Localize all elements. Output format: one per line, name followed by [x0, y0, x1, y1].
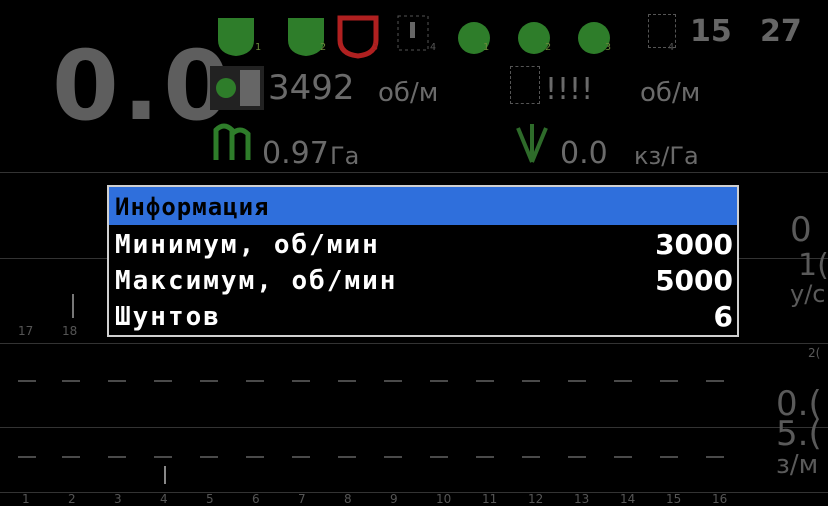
section-number-9: 9 [390, 492, 398, 506]
area-value: 0.97 [262, 136, 329, 171]
dialog-row-label: Максимум, об/мин [115, 266, 398, 296]
section-number-16: 16 [712, 492, 728, 506]
right-value-6: з/м [776, 450, 819, 480]
section-number-7: 7 [298, 492, 306, 506]
seeder-icon [213, 123, 251, 160]
section-3-shield-icon [337, 15, 379, 59]
sensor-2-sub: 2 [545, 42, 552, 53]
right-value-2: у/с [790, 280, 826, 308]
dialog-row-shunts[interactable]: Шунтов 6 [109, 299, 737, 335]
dialog-row-max[interactable]: Максимум, об/мин 5000 [109, 263, 737, 299]
section-number-6: 6 [252, 492, 260, 506]
dialog-row-label: Минимум, об/мин [115, 230, 380, 260]
rpm-unit: об/м [378, 78, 439, 108]
section-number-4: 4 [160, 492, 168, 506]
section-number-12: 12 [528, 492, 544, 506]
section-2-shield-icon [288, 18, 324, 56]
dialog-row-value: 6 [713, 300, 733, 333]
section-marker [72, 294, 74, 318]
sensor-status-row [218, 15, 610, 59]
dialog-row-label: Шунтов [115, 302, 221, 332]
dialog-row-min[interactable]: Минимум, об/мин 3000 [109, 227, 737, 263]
right-value-1: 1( [798, 248, 828, 283]
section-number-15: 15 [666, 492, 682, 506]
section-number-13: 13 [574, 492, 590, 506]
section-1-shield-icon [218, 18, 254, 56]
section-number-18: 18 [62, 324, 78, 338]
right-value-0: 0 [790, 210, 812, 250]
section-number-10: 10 [436, 492, 452, 506]
yield-value: 0.0 [560, 136, 608, 171]
fan-icon [210, 66, 264, 110]
rpm-value: 3492 [268, 68, 355, 108]
crop-icon [516, 124, 548, 163]
section-marker-bottom [164, 466, 166, 484]
sensor-3-sub: 3 [605, 42, 612, 53]
counter-a: 15 [690, 14, 732, 49]
info-dialog: Информация Минимум, об/мин 3000 Максимум… [107, 185, 739, 337]
section-number-2: 2 [68, 492, 76, 506]
counter-b: 27 [760, 14, 802, 49]
yield-unit: кз/Га [634, 142, 699, 170]
rpm2-value: !!!! [545, 72, 594, 107]
section-number-3: 3 [114, 492, 122, 506]
dialog-row-value: 5000 [655, 264, 733, 297]
dialog-row-value: 3000 [655, 228, 733, 261]
area-unit: Га [330, 142, 360, 170]
rpm2-unit: об/м [640, 78, 701, 108]
section-number-5: 5 [206, 492, 214, 506]
section-number-11: 11 [482, 492, 498, 506]
speed-readout: 0.0 [52, 30, 235, 142]
section-number-14: 14 [620, 492, 636, 506]
section-number-1: 1 [22, 492, 30, 506]
section-number-8: 8 [344, 492, 352, 506]
sensor-4-warning-icon [648, 14, 676, 48]
section-3-sub: 3 [372, 42, 379, 53]
section-2-sub: 2 [320, 42, 327, 53]
right-value-3: 2( [808, 346, 821, 360]
rpm2-warning-icon [510, 66, 540, 104]
right-value-5: 5.( [776, 414, 822, 454]
section-1-sub: 1 [255, 42, 262, 53]
section-number-17: 17 [18, 324, 34, 338]
dialog-title: Информация [109, 187, 737, 225]
section-4-sub: 4 [430, 42, 437, 53]
sensor-1-sub: 1 [483, 42, 490, 53]
